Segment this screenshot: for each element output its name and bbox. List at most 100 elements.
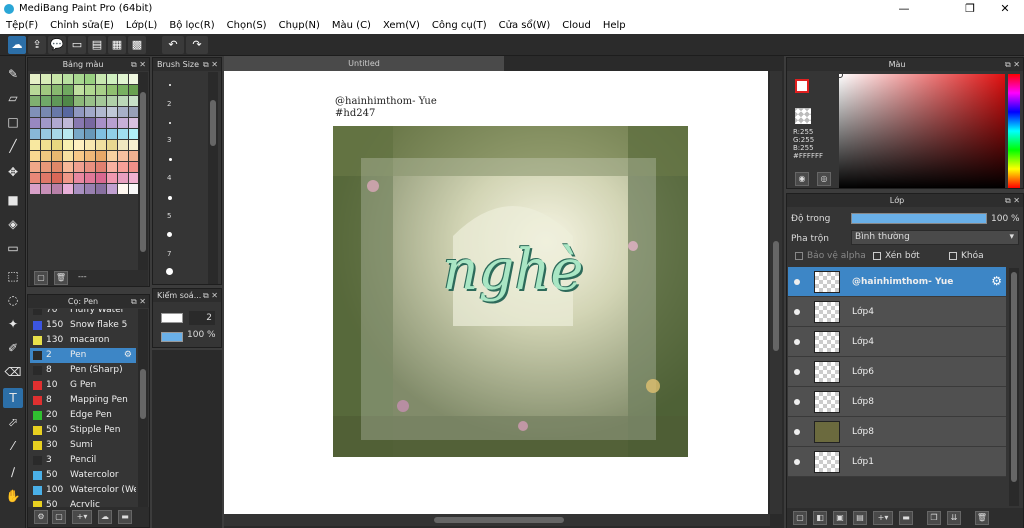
menu-select[interactable]: Chọn(S) [221,20,273,31]
eye-icon[interactable] [794,369,800,375]
color-swatch[interactable] [30,85,40,95]
color-swatch[interactable] [74,118,84,128]
color-swatch[interactable] [96,140,106,150]
color-swatch[interactable] [85,184,95,194]
color-swatch[interactable] [41,96,51,106]
redo-icon[interactable]: ↷ [186,36,208,54]
color-picker-cursor[interactable] [837,72,843,78]
layer-row[interactable]: Lớp1 [788,447,1006,477]
menu-snap[interactable]: Chụp(N) [273,20,326,31]
add-brush-icon[interactable]: +▾ [72,510,92,524]
color-swatch[interactable] [107,173,117,183]
color-swatch[interactable] [96,184,106,194]
brush-list-item[interactable]: 100 Watercolor (We [30,483,136,498]
brush-size-list[interactable]: 2 3 4 5 7 [155,74,203,282]
color-swatch[interactable] [74,162,84,172]
panel-close-icon[interactable]: ⧉ ✕ [1005,58,1020,71]
pipette-tool-icon[interactable]: ∕ [3,462,23,482]
maximize-button[interactable]: ❐ [953,0,987,17]
document-tab[interactable]: Untitled [224,56,504,71]
color-swatch[interactable] [63,162,73,172]
color-swatch[interactable] [74,96,84,106]
color-mix-icon[interactable]: ◎ [817,172,831,186]
brush-settings-icon[interactable]: ⚙ [124,348,132,363]
new-brush-icon[interactable]: ▢ [52,510,66,524]
new-halftone-layer-icon[interactable]: ◧ [813,511,827,525]
brush-list-item[interactable]: 70 Fluffy Water [30,309,136,318]
color-swatch[interactable] [30,184,40,194]
color-swatch[interactable] [74,173,84,183]
color-swatch[interactable] [52,118,62,128]
color-swatch[interactable] [118,162,128,172]
color-swatch[interactable] [63,96,73,106]
gradient-tool-icon[interactable]: ▭ [3,238,23,258]
protect-alpha-checkbox[interactable] [795,252,803,260]
color-swatch[interactable] [107,129,117,139]
color-swatch[interactable] [85,129,95,139]
eraser-tool-icon[interactable]: ▱ [3,88,23,108]
color-swatch[interactable] [96,151,106,161]
color-swatch[interactable] [118,184,128,194]
color-swatch[interactable] [30,140,40,150]
color-swatch[interactable] [30,151,40,161]
new-1bit-layer-icon[interactable]: ▤ [853,511,867,525]
color-swatch[interactable] [52,74,62,84]
panel-close-icon[interactable]: ⧉ ✕ [131,295,146,308]
line-tool-icon[interactable]: ╱ [3,136,23,156]
bucket-tool-icon[interactable]: ◈ [3,214,23,234]
cloud-brush-icon[interactable]: ☁ [98,510,112,524]
color-swatch[interactable] [63,173,73,183]
color-swatch[interactable] [118,129,128,139]
color-swatch[interactable] [118,96,128,106]
brush-list-item[interactable]: 50 Acrylic [30,498,136,507]
grid-icon[interactable]: ▦ [108,36,126,54]
lasso-tool-icon[interactable]: ◌ [3,290,23,310]
color-swatch[interactable] [107,118,117,128]
color-swatch[interactable] [52,107,62,117]
magic-wand-tool-icon[interactable]: ✦ [3,314,23,334]
layer-folder-icon[interactable]: ▬ [899,511,913,525]
brush-size-value[interactable]: 2 [189,311,215,325]
menu-filter[interactable]: Bộ lọc(R) [163,20,220,31]
color-swatch[interactable] [41,140,51,150]
color-swatch[interactable] [96,118,106,128]
panel-close-icon[interactable]: ⧉ ✕ [203,289,218,302]
rectangle-tool-icon[interactable]: □ [3,112,23,132]
layer-row[interactable]: Lớp8 [788,417,1006,447]
hue-slider[interactable] [1008,74,1020,188]
color-swatch[interactable] [96,85,106,95]
color-swatch[interactable] [41,162,51,172]
color-swatch[interactable] [118,173,128,183]
saturation-value-picker[interactable] [839,74,1005,188]
layer-row[interactable]: @hainhimthom- Yue ⚙ [788,267,1006,297]
color-swatch[interactable] [63,129,73,139]
color-swatch[interactable] [52,85,62,95]
brush-list-item[interactable]: 50 Stipple Pen [30,423,136,438]
color-swatch[interactable] [74,107,84,117]
transparent-color-swatch[interactable] [795,108,811,124]
canvas-vertical-scrollbar[interactable] [770,71,782,514]
color-swatch[interactable] [30,74,40,84]
color-swatch[interactable] [107,107,117,117]
color-swatch[interactable] [63,140,73,150]
color-swatch[interactable] [107,184,117,194]
brush-list-item[interactable]: 3 Pencil [30,453,136,468]
color-swatch[interactable] [41,74,51,84]
color-swatch[interactable] [52,184,62,194]
color-swatch[interactable] [96,173,106,183]
color-swatch[interactable] [30,129,40,139]
eye-icon[interactable] [794,279,800,285]
color-swatch[interactable] [96,129,106,139]
color-swatch[interactable] [41,173,51,183]
select-pen-tool-icon[interactable]: ✐ [3,338,23,358]
color-swatch-grid[interactable] [30,74,139,194]
move-tool-icon[interactable]: ✥ [3,162,23,182]
brush-color-preview[interactable] [161,313,183,323]
color-swatch[interactable] [30,162,40,172]
color-swatch[interactable] [74,85,84,95]
color-swatch[interactable] [107,162,117,172]
minimize-button[interactable]: — [887,0,921,17]
color-swatch[interactable] [63,85,73,95]
color-swatch[interactable] [74,140,84,150]
color-swatch[interactable] [74,74,84,84]
